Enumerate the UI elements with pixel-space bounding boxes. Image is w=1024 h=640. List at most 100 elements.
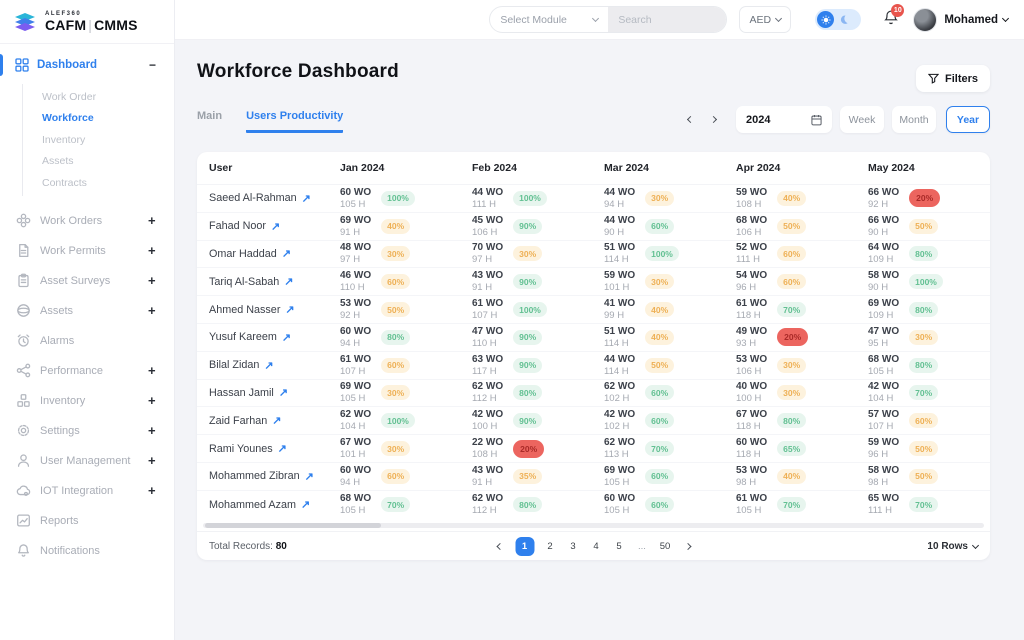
completion-badge: 50% [909, 219, 938, 234]
collapse-minus-icon[interactable]: − [149, 58, 156, 72]
completion-badge: 80% [909, 358, 938, 373]
sidebar-item-assets[interactable]: Assets + [0, 296, 174, 326]
next-period-button[interactable] [707, 113, 720, 126]
user-link[interactable]: Mohammed Azam [209, 499, 296, 511]
completion-badge: 40% [645, 302, 674, 317]
tab-main[interactable]: Main [197, 110, 222, 133]
expand-plus-icon[interactable]: + [148, 483, 156, 498]
currency-dropdown[interactable]: AED [739, 6, 791, 33]
expand-plus-icon[interactable]: + [148, 423, 156, 438]
open-user-icon[interactable]: ↗ [282, 331, 291, 344]
year-picker[interactable]: 2024 [736, 106, 832, 133]
user-link[interactable]: Yusuf Kareem [209, 331, 277, 343]
month-cell: 43 WO91 H90% [472, 270, 604, 293]
user-link[interactable]: Mohammed Zibran [209, 470, 300, 482]
sidebar-item-user-management[interactable]: User Management + [0, 446, 174, 476]
page-prev-button[interactable] [493, 540, 506, 553]
sidebar-item-work-permits[interactable]: Work Permits + [0, 236, 174, 266]
user-menu[interactable]: Mohamed [944, 14, 1008, 26]
sidebar-item-alarms[interactable]: Alarms [0, 326, 174, 356]
tab-users-productivity[interactable]: Users Productivity [246, 110, 343, 133]
work-orders-value: 52 WO [736, 242, 767, 253]
horizontal-scrollbar[interactable] [201, 521, 986, 531]
page-button-2[interactable]: 2 [543, 541, 557, 552]
prev-period-button[interactable] [684, 113, 697, 126]
hours-value: 110 H [472, 338, 503, 349]
expand-plus-icon[interactable]: + [148, 243, 156, 258]
hours-value: 99 H [604, 310, 635, 321]
sidebar-item-reports[interactable]: Reports [0, 506, 174, 536]
sidebar-item-performance[interactable]: Performance + [0, 356, 174, 386]
user-link[interactable]: Saeed Al-Rahman [209, 192, 297, 204]
sidebar-item-inventory[interactable]: Inventory + [0, 386, 174, 416]
open-user-icon[interactable]: ↗ [301, 498, 310, 511]
select-module-dropdown[interactable]: Select Module [490, 7, 608, 32]
hours-value: 108 H [472, 449, 503, 460]
theme-toggle[interactable] [815, 9, 861, 30]
sidebar-subitem-inventory[interactable]: Inventory [23, 129, 174, 151]
sidebar-item-settings[interactable]: Settings + [0, 416, 174, 446]
open-user-icon[interactable]: ↗ [271, 220, 280, 233]
month-button[interactable]: Month [892, 106, 936, 133]
notifications-bell[interactable]: 10 [883, 9, 899, 31]
expand-plus-icon[interactable]: + [148, 363, 156, 378]
user-link[interactable]: Fahad Noor [209, 220, 266, 232]
page-button-50[interactable]: 50 [658, 541, 672, 552]
filters-button[interactable]: Filters [916, 65, 990, 92]
page-button-5[interactable]: 5 [612, 541, 626, 552]
sidebar-subitem-contracts[interactable]: Contracts [23, 172, 174, 194]
open-user-icon[interactable]: ↗ [279, 386, 288, 399]
completion-badge: 60% [909, 413, 938, 428]
page-button-4[interactable]: 4 [589, 541, 603, 552]
search-input[interactable] [618, 14, 716, 26]
month-cell: 65 WO111 H70% [868, 493, 990, 516]
brand-logo[interactable]: ALEF360 CAFM|CMMS [0, 0, 174, 44]
user-link[interactable]: Rami Younes [209, 443, 273, 455]
sidebar-subitem-workforce[interactable]: Workforce [23, 108, 174, 130]
month-cell: 69 WO91 H40% [340, 215, 472, 238]
open-user-icon[interactable]: ↗ [282, 247, 291, 260]
expand-plus-icon[interactable]: + [148, 213, 156, 228]
user-link[interactable]: Bilal Zidan [209, 359, 259, 371]
month-cell: 62 WO112 H80% [472, 493, 604, 516]
table-row: Saeed Al-Rahman ↗ 60 WO105 H100%44 WO111… [197, 185, 990, 213]
open-user-icon[interactable]: ↗ [284, 275, 293, 288]
user-link[interactable]: Tariq Al-Sabah [209, 276, 279, 288]
rows-per-page-select[interactable]: 10 Rows [927, 541, 978, 552]
hours-value: 92 H [340, 310, 371, 321]
expand-plus-icon[interactable]: + [148, 453, 156, 468]
completion-badge: 100% [513, 302, 547, 317]
expand-plus-icon[interactable]: + [148, 273, 156, 288]
sidebar-item-iot-integration[interactable]: IOT Integration + [0, 476, 174, 506]
user-link[interactable]: Ahmed Nasser [209, 304, 280, 316]
sidebar-subitem-assets[interactable]: Assets [23, 151, 174, 173]
page-next-button[interactable] [681, 540, 694, 553]
hours-value: 111 H [868, 505, 899, 516]
page-button-1[interactable]: 1 [515, 537, 534, 556]
month-cell: 62 WO102 H60% [604, 381, 736, 404]
sidebar-item-asset-surveys[interactable]: Asset Surveys + [0, 266, 174, 296]
user-link[interactable]: Zaid Farhan [209, 415, 267, 427]
page-button-3[interactable]: 3 [566, 541, 580, 552]
user-link[interactable]: Hassan Jamil [209, 387, 274, 399]
work-orders-value: 70 WO [472, 242, 503, 253]
sidebar-item-work-orders[interactable]: Work Orders + [0, 206, 174, 236]
open-user-icon[interactable]: ↗ [264, 359, 273, 372]
scrollbar-thumb[interactable] [205, 523, 381, 528]
expand-plus-icon[interactable]: + [148, 393, 156, 408]
year-button[interactable]: Year [946, 106, 990, 133]
open-user-icon[interactable]: ↗ [285, 303, 294, 316]
week-button[interactable]: Week [840, 106, 884, 133]
open-user-icon[interactable]: ↗ [302, 192, 311, 205]
user-link[interactable]: Omar Haddad [209, 248, 277, 260]
open-user-icon[interactable]: ↗ [272, 414, 281, 427]
open-user-icon[interactable]: ↗ [278, 442, 287, 455]
open-user-icon[interactable]: ↗ [305, 470, 314, 483]
sidebar-item-dashboard[interactable]: Dashboard − [0, 52, 174, 78]
expand-plus-icon[interactable]: + [148, 303, 156, 318]
hours-value: 90 H [868, 227, 899, 238]
month-cell: 46 WO110 H60% [340, 270, 472, 293]
sidebar-subitem-work-order[interactable]: Work Order [23, 86, 174, 108]
sidebar-item-notifications[interactable]: Notifications [0, 536, 174, 566]
user-avatar[interactable] [913, 8, 937, 32]
